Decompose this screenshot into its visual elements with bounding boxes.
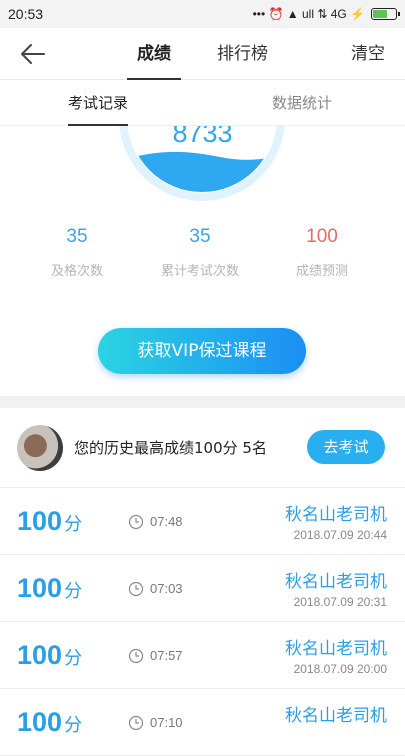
sub-tabs: 考试记录 数据统计: [0, 80, 405, 126]
record-score: 100 分: [17, 707, 83, 737]
clock-icon: [128, 715, 144, 731]
clock-icon: [128, 648, 144, 664]
go-exam-button[interactable]: 去考试: [307, 430, 385, 464]
top-bar: 成绩 排行榜 清空: [0, 28, 405, 80]
record-user-name: 秋名山老司机: [285, 706, 387, 726]
record-user-name: 秋名山老司机: [285, 639, 387, 659]
stat-label: 及格次数: [50, 264, 103, 279]
record-user-name: 秋名山老司机: [285, 572, 387, 592]
stats-row: 35 及格次数 35 累计考试次数 100 成绩预测: [0, 226, 405, 296]
list-item[interactable]: 100 分 07:10 秋名山老司机: [0, 689, 405, 756]
tab-ranking[interactable]: 排行榜: [207, 28, 278, 80]
record-duration: 07:10: [150, 715, 183, 730]
status-icons: ••• ⏰ ▲ ull ⇅ 4G ⚡: [252, 7, 400, 21]
score-gauge: 8733: [0, 126, 405, 216]
stat-pass-count: 35 及格次数: [17, 226, 137, 279]
record-score: 100 分: [17, 573, 83, 603]
record-score: 100 分: [17, 506, 83, 536]
best-score-text: 您的历史最高成绩100分 5名: [74, 439, 267, 457]
list-item[interactable]: 100 分 07:03 秋名山老司机 2018.07.09 20:31: [0, 555, 405, 622]
tab-scores[interactable]: 成绩: [127, 28, 181, 80]
gauge-value: 8733: [172, 126, 233, 148]
record-date: 2018.07.09 20:44: [293, 528, 387, 542]
record-duration: 07:03: [150, 581, 183, 596]
record-user-name: 秋名山老司机: [285, 505, 387, 525]
clock-icon: [128, 581, 144, 597]
clock-icon: [128, 514, 144, 530]
status-icons-text: ••• ⏰ ▲ ull ⇅ 4G ⚡: [252, 7, 365, 21]
best-score-row: 您的历史最高成绩100分 5名 去考试: [0, 408, 405, 488]
clear-button[interactable]: 清空: [351, 28, 385, 80]
list-item[interactable]: 100 分 07:57 秋名山老司机 2018.07.09 20:00: [0, 622, 405, 689]
stat-value: 100: [306, 226, 338, 247]
vip-course-button[interactable]: 获取VIP保过课程: [98, 328, 306, 374]
stat-label: 累计考试次数: [160, 264, 239, 279]
section-divider: [0, 396, 405, 408]
stat-score-prediction: 100 成绩预测: [262, 226, 382, 279]
record-date: 2018.07.09 20:00: [293, 662, 387, 676]
stat-label: 成绩预测: [295, 264, 348, 279]
stat-total-exams: 35 累计考试次数: [140, 226, 260, 279]
stat-value: 35: [66, 226, 88, 247]
header-tabs: 成绩 排行榜: [0, 28, 405, 80]
avatar: [17, 425, 63, 471]
tab-data-stats[interactable]: 数据统计: [258, 80, 346, 126]
list-item[interactable]: 100 分 07:48 秋名山老司机 2018.07.09 20:44: [0, 488, 405, 555]
record-duration: 07:57: [150, 648, 183, 663]
record-duration: 07:48: [150, 514, 183, 529]
status-bar: 20:53 ••• ⏰ ▲ ull ⇅ 4G ⚡: [0, 0, 405, 28]
tab-exam-records[interactable]: 考试记录: [54, 80, 142, 126]
record-date: 2018.07.09 20:31: [293, 595, 387, 609]
stat-value: 35: [189, 226, 211, 247]
record-score: 100 分: [17, 640, 83, 670]
battery-icon: [371, 8, 400, 20]
status-time: 20:53: [8, 6, 44, 22]
